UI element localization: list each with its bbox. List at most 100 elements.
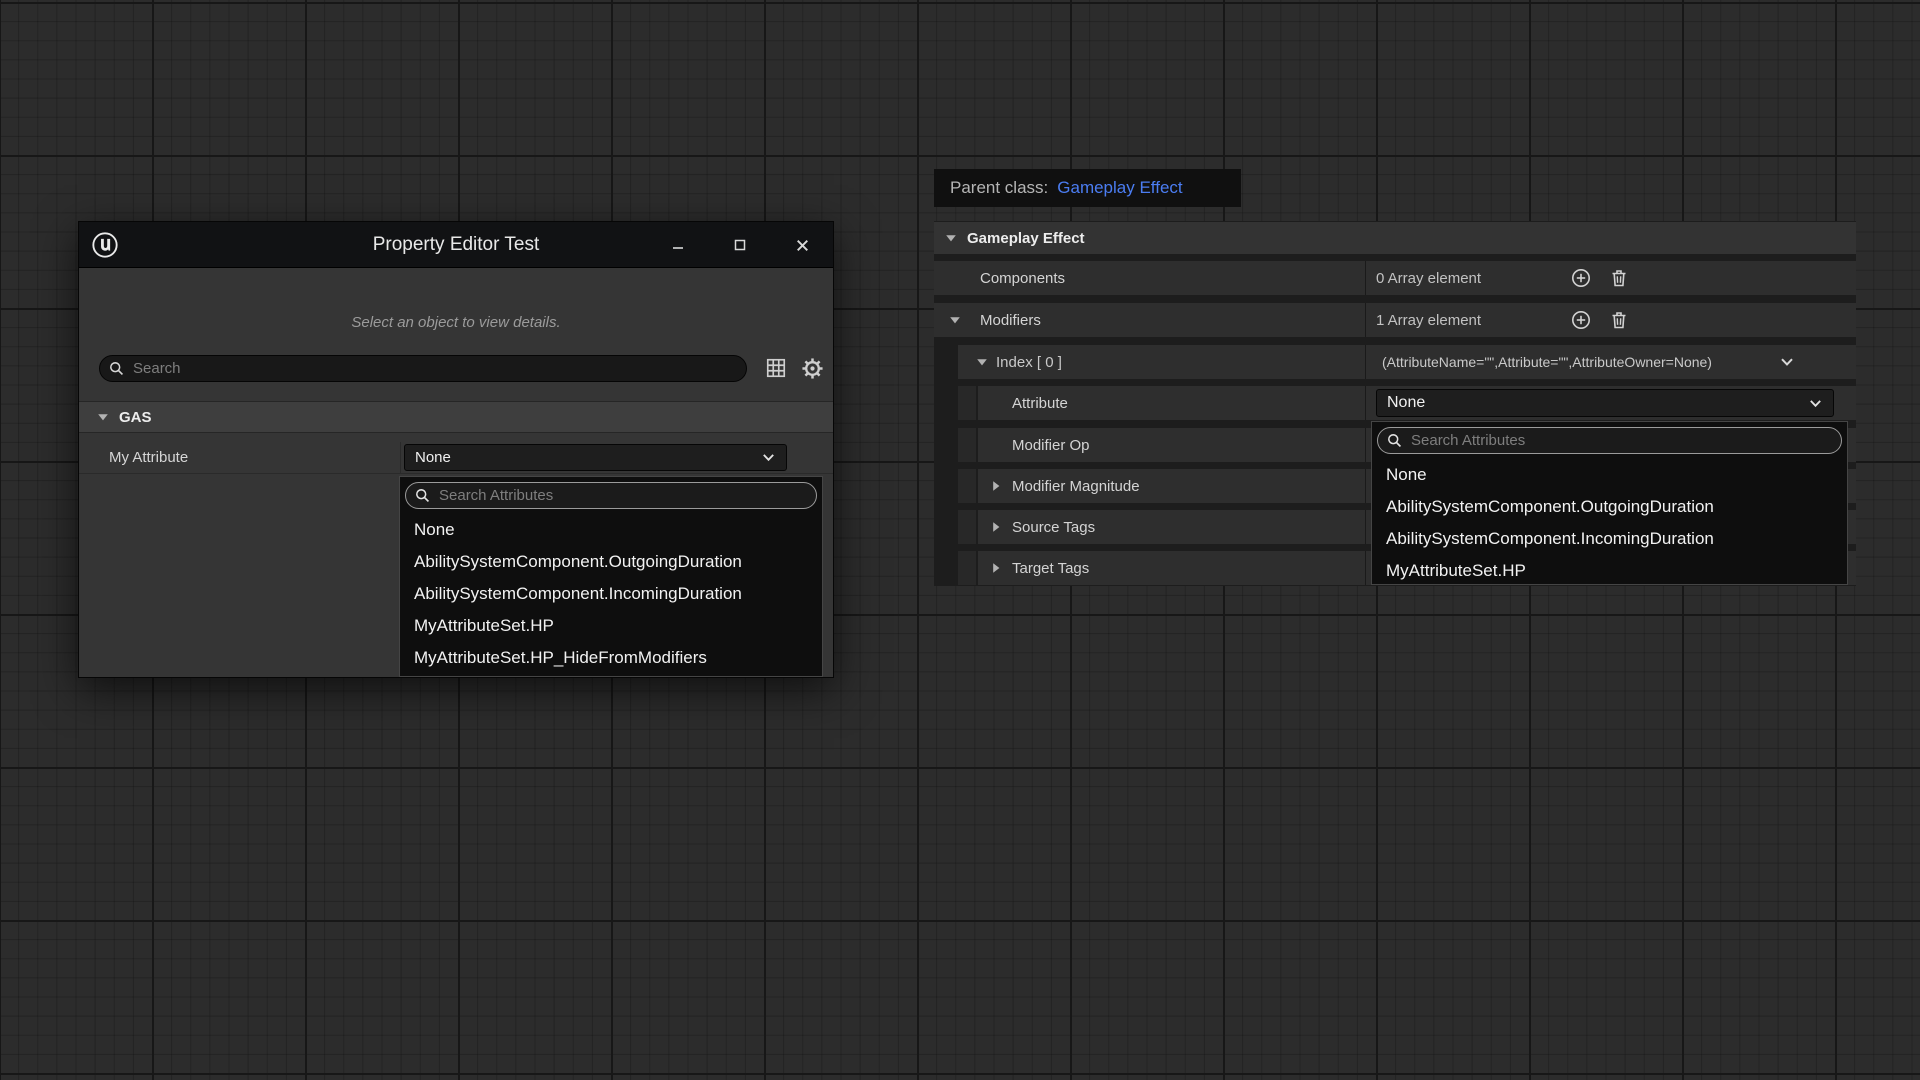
minimize-button[interactable]: [647, 222, 709, 268]
row-label: Target Tags: [1012, 560, 1089, 577]
add-element-button[interactable]: [1571, 310, 1591, 330]
view-options-button[interactable]: [765, 357, 789, 381]
indent: [934, 551, 958, 585]
row-name-cell: Source Tags: [934, 510, 1365, 544]
row-name-cell: Modifiers: [934, 303, 1365, 337]
my-attribute-combo[interactable]: None: [404, 444, 787, 471]
row-label: Modifiers: [980, 312, 1041, 329]
row-name-cell: Index [ 0 ]: [934, 345, 1365, 379]
property-name-cell: My Attribute: [79, 442, 401, 474]
add-circle-icon: [1571, 310, 1591, 330]
chevron-down-icon: [761, 450, 776, 465]
row-name-cell: Components: [934, 261, 1365, 295]
window-titlebar[interactable]: Property Editor Test: [79, 222, 833, 268]
expander-right-icon[interactable]: [990, 521, 1002, 533]
expander-down-icon: [945, 232, 957, 244]
dropdown-search-box[interactable]: [1377, 427, 1842, 454]
expander-right-icon[interactable]: [990, 562, 1002, 574]
row-modifiers: Modifiers 1 Array element: [934, 303, 1856, 337]
category-header-gas[interactable]: GAS: [79, 401, 833, 433]
expander-down-icon[interactable]: [976, 356, 988, 368]
parent-class-bar: Parent class: Gameplay Effect: [934, 169, 1241, 207]
view-options-grid-icon: [765, 357, 787, 379]
expander-right-icon[interactable]: [990, 480, 1002, 492]
search-icon: [108, 360, 125, 377]
category-label: GAS: [119, 409, 152, 426]
parent-class-link[interactable]: Gameplay Effect: [1057, 178, 1182, 198]
chevron-down-icon: [1779, 354, 1795, 370]
attribute-picker-dropdown: None AbilitySystemComponent.OutgoingDura…: [1371, 421, 1848, 585]
row-label: Source Tags: [1012, 519, 1095, 536]
dropdown-item[interactable]: MyAttributeSet.HP: [400, 610, 822, 642]
row-value-cell: 0 Array element: [1365, 261, 1856, 295]
dropdown-item[interactable]: AbilitySystemComponent.OutgoingDuration: [1372, 491, 1847, 523]
close-button[interactable]: [771, 222, 833, 268]
dropdown-search-box[interactable]: [405, 482, 817, 509]
property-value-cell: None: [401, 442, 833, 474]
indent: [934, 469, 958, 503]
dropdown-item[interactable]: MyAttributeSet.HP_HideFromModifiers: [400, 642, 822, 674]
search-icon: [414, 487, 431, 504]
dropdown-list: None AbilitySystemComponent.OutgoingDura…: [1372, 459, 1847, 585]
settings-button[interactable]: [801, 357, 825, 381]
indent-guide: [958, 386, 978, 420]
property-label: My Attribute: [109, 449, 188, 466]
property-row-my-attribute: My Attribute None: [79, 442, 833, 474]
dropdown-item[interactable]: AbilitySystemComponent.OutgoingDuration: [400, 546, 822, 578]
attribute-combo[interactable]: None: [1376, 389, 1834, 417]
attribute-search-input[interactable]: [1411, 428, 1841, 453]
clear-array-button[interactable]: [1609, 310, 1629, 330]
dropdown-list: None AbilitySystemComponent.OutgoingDura…: [400, 514, 822, 674]
screen: Property Editor Test Select an object to…: [0, 0, 1920, 1080]
dropdown-item[interactable]: MyAttributeSet.HP: [1372, 555, 1847, 585]
row-index-0: Index [ 0 ] (AttributeName="",Attribute=…: [934, 345, 1856, 379]
expander-down-icon[interactable]: [949, 314, 961, 326]
parent-class-label: Parent class:: [950, 178, 1048, 198]
dropdown-item[interactable]: None: [400, 514, 822, 546]
dropdown-item[interactable]: None: [1372, 459, 1847, 491]
property-editor-window: Property Editor Test Select an object to…: [78, 221, 834, 678]
indent-guide: [958, 428, 978, 462]
row-name-cell: Attribute: [934, 386, 1365, 420]
search-icon: [1386, 432, 1403, 449]
row-name-cell: Modifier Magnitude: [934, 469, 1365, 503]
add-circle-icon: [1571, 268, 1591, 288]
index-0-struct-combo[interactable]: (AttributeName="",Attribute="",Attribute…: [1365, 345, 1856, 379]
add-element-button[interactable]: [1571, 268, 1591, 288]
row-value-cell: None: [1365, 386, 1856, 420]
trash-icon: [1609, 310, 1629, 330]
row-name-cell: Modifier Op: [934, 428, 1365, 462]
window-controls: [647, 222, 833, 268]
row-attribute: Attribute None: [934, 386, 1856, 420]
row-label: Modifier Magnitude: [1012, 478, 1140, 495]
array-count: 0 Array element: [1376, 270, 1481, 287]
category-header-gameplay-effect[interactable]: Gameplay Effect: [934, 222, 1856, 254]
indent-guide: [958, 510, 978, 544]
dropdown-item[interactable]: AbilitySystemComponent.IncomingDuration: [400, 578, 822, 610]
row-label: Index [ 0 ]: [996, 354, 1062, 371]
minimize-icon: [670, 237, 686, 253]
row-value-cell: 1 Array element: [1365, 303, 1856, 337]
empty-selection-hint: Select an object to view details.: [79, 314, 833, 331]
clear-array-button[interactable]: [1609, 268, 1629, 288]
row-label: Components: [980, 270, 1065, 287]
row-components: Components 0 Array element: [934, 261, 1856, 295]
indent-guide: [958, 551, 978, 585]
attribute-search-input[interactable]: [439, 483, 816, 508]
maximize-icon: [732, 237, 748, 253]
indent: [934, 386, 958, 420]
search-input[interactable]: [133, 356, 746, 381]
chevron-down-icon: [1808, 396, 1823, 411]
combo-value: None: [415, 449, 451, 466]
row-name-cell: Target Tags: [934, 551, 1365, 585]
category-label: Gameplay Effect: [967, 230, 1085, 247]
array-count: 1 Array element: [1376, 312, 1481, 329]
close-icon: [794, 237, 811, 254]
dropdown-item[interactable]: AbilitySystemComponent.IncomingDuration: [1372, 523, 1847, 555]
indent: [934, 510, 958, 544]
row-label: Modifier Op: [1012, 437, 1090, 454]
details-search-box[interactable]: [99, 355, 747, 382]
trash-icon: [1609, 268, 1629, 288]
maximize-button[interactable]: [709, 222, 771, 268]
row-label: Attribute: [1012, 395, 1068, 412]
